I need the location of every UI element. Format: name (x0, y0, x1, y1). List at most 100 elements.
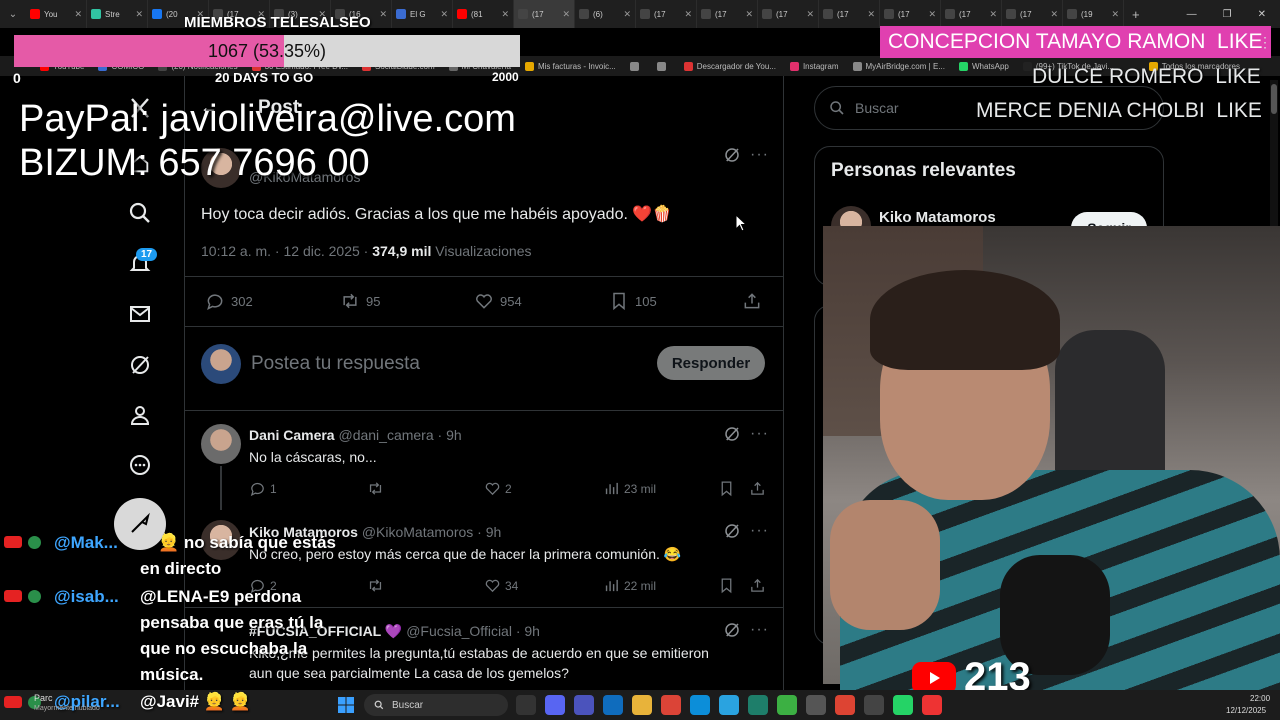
close-tab-icon[interactable]: ✕ (989, 9, 997, 20)
relevant-name[interactable]: Kiko Matamoros (879, 209, 996, 226)
tab-search-menu-icon[interactable]: ⌄ (0, 0, 26, 28)
comment-bookmark-icon[interactable] (718, 480, 735, 497)
grok-analyze-icon[interactable] (723, 522, 741, 545)
app-icon[interactable] (835, 695, 855, 715)
close-tab-icon[interactable]: ✕ (1050, 9, 1058, 20)
close-tab-icon[interactable]: ✕ (623, 9, 631, 20)
browser-tab[interactable]: (17 ✕ (514, 0, 575, 28)
weather-widget[interactable]: Parc (34, 693, 53, 703)
comment-more-icon[interactable]: ··· (750, 425, 769, 443)
comment-like-action[interactable]: 34 (484, 577, 518, 594)
browser-tab[interactable]: (81 ✕ (453, 0, 514, 28)
close-tab-icon[interactable]: ✕ (867, 9, 875, 20)
edge-icon[interactable] (690, 695, 710, 715)
taskbar-search[interactable]: Buscar (364, 694, 508, 716)
comment-repost-action[interactable] (367, 480, 384, 497)
minimize-icon[interactable]: — (1187, 9, 1197, 20)
more-options-circle-icon[interactable] (126, 451, 154, 479)
post-more-icon[interactable]: ··· (750, 146, 769, 164)
browser-tab[interactable]: (19 ✕ (1063, 0, 1124, 28)
new-tab-button[interactable]: + (1132, 7, 1140, 22)
restore-icon[interactable]: ❐ (1223, 9, 1232, 20)
close-tab-icon[interactable]: ✕ (440, 9, 448, 20)
comment-share-icon[interactable] (749, 577, 766, 594)
close-tab-icon[interactable]: ✕ (928, 9, 936, 20)
obs-icon[interactable] (806, 695, 826, 715)
close-tab-icon[interactable]: ✕ (562, 9, 570, 20)
scrollbar-thumb[interactable] (1271, 84, 1277, 114)
bookmark-action[interactable]: 105 (609, 291, 657, 311)
comment-repost-action[interactable] (367, 577, 384, 594)
discord-icon[interactable] (545, 695, 565, 715)
app-icon[interactable] (922, 695, 942, 715)
explore-search-icon[interactable] (126, 199, 154, 227)
close-tab-icon[interactable]: ✕ (684, 9, 692, 20)
close-tab-icon[interactable]: ✕ (1111, 9, 1119, 20)
close-window-icon[interactable]: ✕ (1258, 9, 1266, 20)
settings-gear-icon[interactable] (864, 695, 884, 715)
browser-tab[interactable]: (17 ✕ (697, 0, 758, 28)
divider (184, 410, 784, 411)
browser-tab[interactable]: (17 ✕ (819, 0, 880, 28)
bookmark-item[interactable]: MyAirBridge.com | E... (852, 61, 945, 71)
bookmark-item[interactable]: WhatsApp (958, 61, 1009, 71)
comment-more-icon[interactable]: ··· (750, 522, 769, 540)
comment-author[interactable]: Dani Camera @dani_camera · 9h (249, 427, 462, 443)
post-actions: 302 95 954 105 (201, 291, 766, 315)
close-tab-icon[interactable]: ✕ (745, 9, 753, 20)
teams-icon[interactable] (574, 695, 594, 715)
browser-tab[interactable]: Stre ✕ (87, 0, 148, 28)
browser-tab[interactable]: (17 ✕ (636, 0, 697, 28)
browser-tab[interactable]: (17 ✕ (758, 0, 819, 28)
bookmark-item[interactable] (656, 61, 670, 71)
reply-button[interactable]: Responder (657, 346, 765, 380)
browser-tab[interactable]: You ✕ (26, 0, 87, 28)
bookmark-item[interactable]: Mis facturas - Invoic... (524, 61, 616, 71)
reply-action[interactable]: 302 (205, 291, 253, 311)
windows-start-icon[interactable] (338, 697, 354, 713)
grok-analyze-icon[interactable] (723, 146, 741, 169)
grok-analyze-icon[interactable] (723, 621, 741, 644)
browser-tab[interactable]: (17 ✕ (941, 0, 1002, 28)
clock-time[interactable]: 22:00 (1250, 694, 1270, 703)
comment-avatar[interactable] (201, 424, 241, 464)
close-tab-icon[interactable]: ✕ (379, 9, 387, 20)
telegram-icon[interactable] (719, 695, 739, 715)
close-tab-icon[interactable]: ✕ (806, 9, 814, 20)
bookmark-item[interactable]: Instagram (789, 61, 839, 71)
app-icon[interactable] (777, 695, 797, 715)
share-action[interactable] (742, 291, 762, 311)
grok-icon[interactable] (126, 351, 154, 379)
app-icon[interactable] (748, 695, 768, 715)
messages-envelope-icon[interactable] (126, 300, 154, 328)
file-explorer-icon[interactable] (632, 695, 652, 715)
clock-date[interactable]: 12/12/2025 (1226, 706, 1266, 715)
browser-tab[interactable]: (17 ✕ (880, 0, 941, 28)
member-badge-icon (28, 536, 41, 549)
bookmark-item[interactable]: Descargador de You... (683, 61, 776, 71)
whatsapp-icon[interactable] (893, 695, 913, 715)
comment-like-action[interactable]: 2 (484, 480, 512, 497)
outlook-icon[interactable] (603, 695, 623, 715)
reply-input[interactable]: Postea tu respuesta (251, 353, 420, 375)
grok-analyze-icon[interactable] (723, 425, 741, 448)
browser-tab[interactable]: (6) ✕ (575, 0, 636, 28)
comment-share-icon[interactable] (749, 480, 766, 497)
chrome-icon[interactable] (661, 695, 681, 715)
bookmark-item[interactable] (629, 61, 643, 71)
comment-reply-action[interactable]: 1 (249, 480, 277, 497)
browser-menu-icon[interactable]: ⋮ (1258, 34, 1272, 51)
comment-bookmark-icon[interactable] (718, 577, 735, 594)
comment-views-action[interactable]: 23 mil (603, 480, 656, 497)
task-view-icon[interactable] (516, 695, 536, 715)
close-tab-icon[interactable]: ✕ (74, 9, 82, 20)
profile-icon[interactable] (126, 401, 154, 429)
browser-tab[interactable]: El G ✕ (392, 0, 453, 28)
like-action[interactable]: 954 (474, 291, 522, 311)
close-tab-icon[interactable]: ✕ (501, 9, 509, 20)
close-tab-icon[interactable]: ✕ (135, 9, 143, 20)
repost-action[interactable]: 95 (340, 291, 380, 311)
browser-tab[interactable]: (17 ✕ (1002, 0, 1063, 28)
comment-views-action[interactable]: 22 mil (603, 577, 656, 594)
comment-more-icon[interactable]: ··· (750, 621, 769, 639)
